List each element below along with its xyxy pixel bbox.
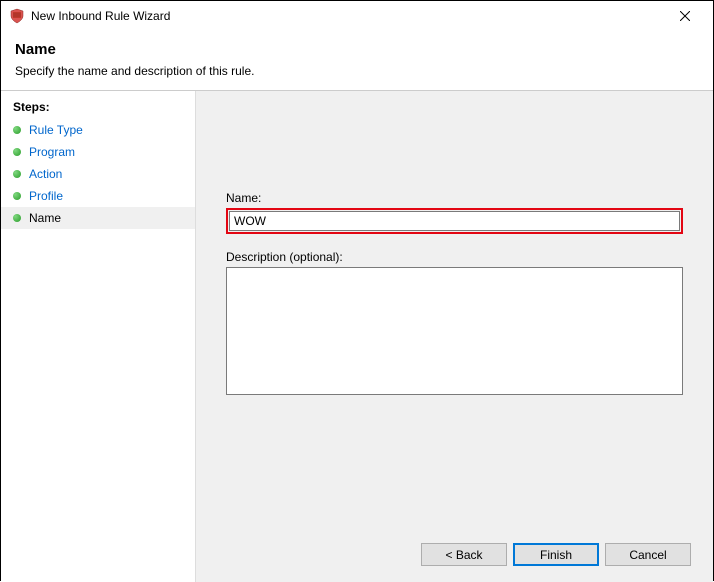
- titlebar: New Inbound Rule Wizard: [1, 1, 713, 31]
- step-bullet-icon: [13, 170, 21, 178]
- step-action[interactable]: Action: [1, 163, 195, 185]
- step-label: Rule Type: [29, 123, 83, 137]
- description-label: Description (optional):: [226, 250, 683, 264]
- step-bullet-icon: [13, 214, 21, 222]
- finish-button[interactable]: Finish: [513, 543, 599, 566]
- step-program[interactable]: Program: [1, 141, 195, 163]
- firewall-icon: [9, 8, 25, 24]
- cancel-button[interactable]: Cancel: [605, 543, 691, 566]
- back-button[interactable]: < Back: [421, 543, 507, 566]
- window-title: New Inbound Rule Wizard: [31, 9, 665, 23]
- step-name[interactable]: Name: [1, 207, 195, 229]
- page-subtitle: Specify the name and description of this…: [15, 64, 699, 78]
- steps-header: Steps:: [1, 97, 195, 119]
- main-panel: Name: Description (optional): < Back Fin…: [196, 91, 713, 582]
- step-label: Action: [29, 167, 62, 181]
- button-row: < Back Finish Cancel: [421, 543, 691, 566]
- step-bullet-icon: [13, 192, 21, 200]
- description-input[interactable]: [226, 267, 683, 395]
- step-bullet-icon: [13, 148, 21, 156]
- wizard-body: Steps: Rule Type Program Action Profile …: [1, 91, 713, 582]
- name-input-highlight: [226, 208, 683, 234]
- step-rule-type[interactable]: Rule Type: [1, 119, 195, 141]
- step-label: Profile: [29, 189, 63, 203]
- step-label: Program: [29, 145, 75, 159]
- page-title: Name: [15, 41, 699, 58]
- name-input[interactable]: [229, 211, 680, 231]
- close-icon: [680, 11, 690, 21]
- step-profile[interactable]: Profile: [1, 185, 195, 207]
- step-bullet-icon: [13, 126, 21, 134]
- wizard-header: Name Specify the name and description of…: [1, 31, 713, 91]
- close-button[interactable]: [665, 2, 705, 30]
- name-label: Name:: [226, 191, 683, 205]
- step-label: Name: [29, 211, 61, 225]
- steps-sidebar: Steps: Rule Type Program Action Profile …: [1, 91, 196, 582]
